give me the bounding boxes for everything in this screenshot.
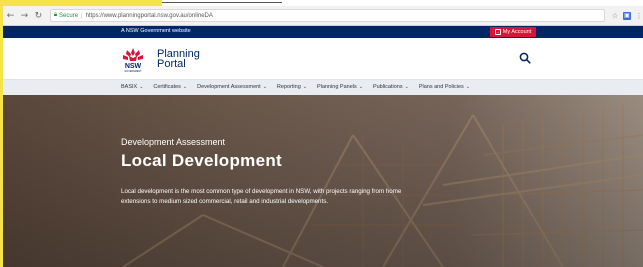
chevron-down-icon: ⌄ [404, 84, 409, 90]
nav-item-basix[interactable]: BASIX ⌄ [121, 84, 143, 90]
highlight-line [162, 2, 282, 3]
logo-government-text: GOVERNMENT [124, 70, 142, 73]
address-bar[interactable]: 🔒︎ Secure | https://www.planningportal.n… [49, 9, 605, 22]
nav-item-reporting[interactable]: Reporting ⌄ [277, 84, 307, 90]
nav-item-plans-and-policies[interactable]: Plans and Policies ⌄ [419, 84, 470, 90]
hero-eyebrow: Development Assessment [121, 137, 226, 147]
search-icon[interactable] [519, 52, 531, 64]
chevron-down-icon: ⌄ [182, 84, 188, 90]
nav-item-label: Development Assessment [197, 84, 261, 90]
nav-item-label: Plans and Policies [418, 84, 464, 90]
site-header: NSW GOVERNMENT Planning Portal [3, 38, 643, 79]
extension-icon[interactable]: ▣ [622, 11, 631, 20]
chevron-down-icon: ⌄ [262, 84, 267, 90]
star-icon[interactable]: ☆ [611, 12, 619, 20]
reload-icon[interactable]: ↻ [33, 10, 44, 22]
nav-item-label: Certificates [153, 84, 181, 90]
my-account-label: My Account [502, 29, 532, 35]
url-separator: | [81, 12, 83, 19]
nav-item-planning-panels[interactable]: Planning Panels ⌄ [317, 84, 363, 90]
secure-label: Secure [59, 12, 79, 19]
url-text: https://www.planningportal.nsw.gov.au/on… [85, 12, 213, 19]
back-icon[interactable]: ← [5, 10, 16, 22]
left-highlight-strip [0, 0, 3, 267]
nav-item-label: Reporting [276, 84, 301, 90]
lock-icon: 🔒︎ [53, 12, 58, 18]
chevron-down-icon: ⌄ [302, 84, 307, 90]
hero-banner: Development Assessment Local Development… [3, 95, 643, 267]
nav-item-certificates[interactable]: Certificates ⌄ [153, 84, 187, 90]
nav-item-label: Planning Panels [316, 84, 357, 90]
nav-item-publications[interactable]: Publications ⌄ [373, 84, 409, 90]
hero-description: Local development is the most common typ… [121, 188, 402, 205]
brand-line-2: Portal [157, 58, 186, 70]
chevron-down-icon: ⌄ [139, 84, 144, 90]
government-bar: A NSW Government website → My Account [3, 26, 643, 38]
chevron-down-icon: ⌄ [465, 84, 470, 90]
planning-portal-brand[interactable]: Planning Portal [157, 49, 200, 70]
gov-website-label: A NSW Government website [121, 28, 191, 34]
chevron-down-icon: ⌄ [358, 84, 363, 90]
nav-item-label: Publications [372, 84, 403, 90]
main-navigation: BASIX ⌄ Certificates ⌄ Development Assessm… [3, 79, 643, 95]
timber-frame-background-image [3, 95, 643, 267]
nsw-waratah-logo[interactable]: NSW GOVERNMENT [120, 47, 146, 73]
forward-icon[interactable]: → [19, 10, 30, 22]
nav-item-label: BASIX [121, 84, 138, 90]
menu-icon[interactable]: ⋮ [635, 12, 643, 20]
account-icon: → [494, 29, 501, 35]
nav-item-development-assessment[interactable]: Development Assessment ⌄ [197, 84, 267, 90]
page-title: Local Development [121, 151, 282, 170]
browser-toolbar: ← → ↻ 🔒︎ Secure | https://www.planningpo… [0, 6, 643, 26]
logo-nsw-text: NSW [125, 63, 142, 70]
my-account-button[interactable]: → My Account [490, 27, 536, 37]
